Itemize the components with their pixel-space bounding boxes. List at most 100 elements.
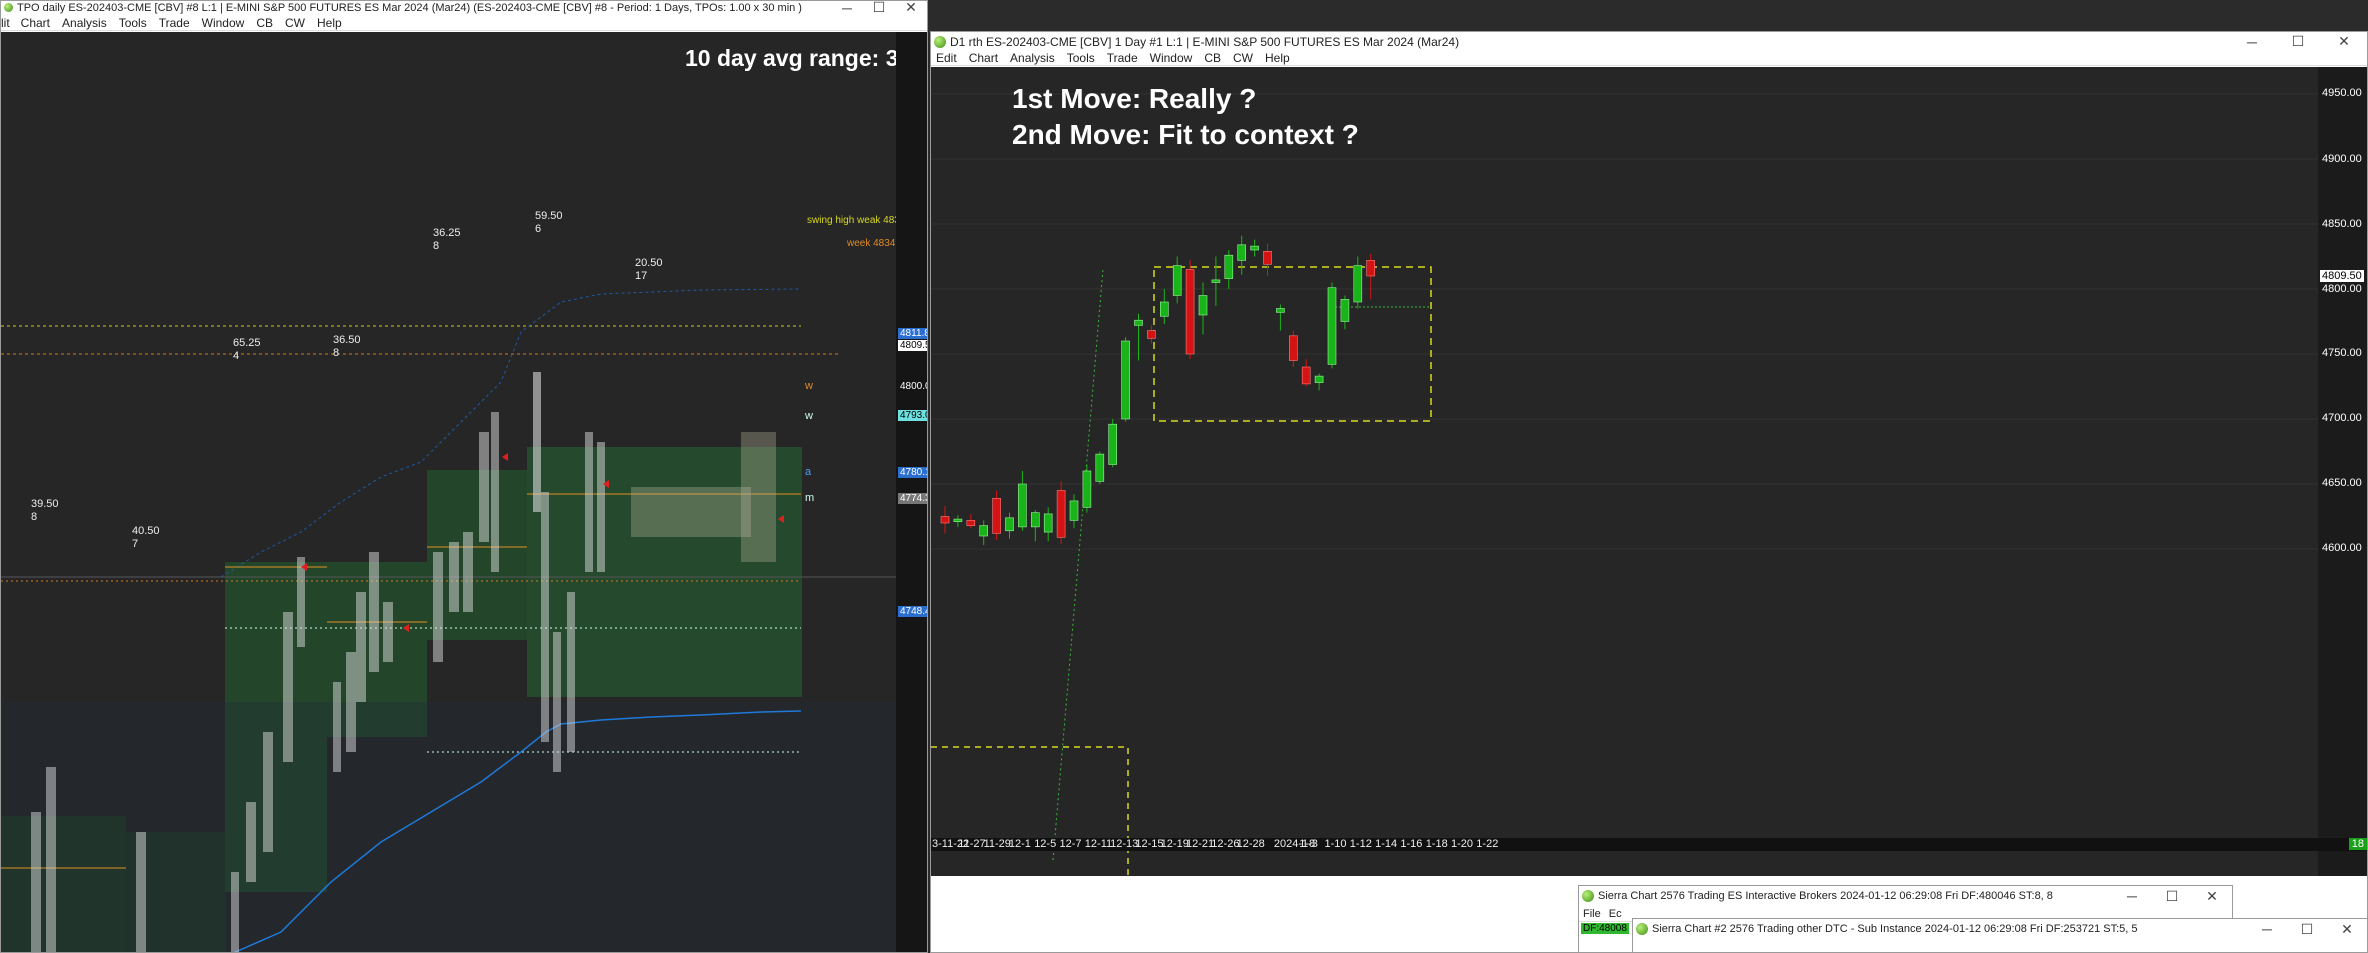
tpo-chart-area[interactable]: 10 day avg range: 39.03 swing high weak …	[1, 32, 896, 952]
m-line-label: m	[805, 492, 815, 504]
menu-file[interactable]: File	[1579, 908, 1607, 920]
date-tick: 1-8	[1299, 838, 1316, 850]
range-label-2: 40.50 7	[132, 525, 160, 551]
close-icon[interactable]: ✕	[2192, 886, 2232, 906]
menu-tools[interactable]: Tools	[1061, 51, 1101, 65]
menu-window[interactable]: Window	[1144, 51, 1199, 65]
candle-body	[1031, 512, 1040, 528]
menu-edit[interactable]: lit	[1, 16, 15, 30]
menu-analysis[interactable]: Analysis	[56, 16, 113, 30]
close-icon[interactable]: ✕	[2327, 919, 2367, 939]
price-label-4800: 4800.00	[900, 381, 927, 392]
minimize-icon[interactable]: ─	[831, 1, 863, 16]
range-label-6: 59.50 6	[535, 210, 563, 236]
daily-chart-area[interactable]: 1st Move: Really ? 2nd Move: Fit to cont…	[931, 67, 2318, 876]
date-tick: 12-28	[1236, 838, 1265, 850]
sierra-sub-title-bar[interactable]: Sierra Chart #2 2576 Trading other DTC -…	[1633, 919, 2367, 939]
maximize-icon[interactable]: ☐	[863, 1, 895, 15]
swing-high-weak-label: swing high weak 4839.75	[807, 215, 896, 226]
candle-body	[1018, 483, 1027, 528]
candle-body	[1185, 269, 1195, 355]
menu-cw[interactable]: CW	[279, 16, 311, 30]
candle-body	[953, 518, 963, 523]
candle-body	[1263, 251, 1272, 265]
candle-body	[1340, 299, 1350, 322]
menu-cb[interactable]: CB	[1198, 51, 1227, 65]
candle-body	[992, 497, 1001, 534]
sierra-sub-title: Sierra Chart #2 2576 Trading other DTC -…	[1652, 923, 2138, 935]
minimize-icon[interactable]: ─	[2247, 919, 2287, 939]
price-tick: 4950.00	[2322, 87, 2362, 99]
maximize-icon[interactable]: ☐	[2152, 886, 2192, 906]
range-value: 40.50	[132, 525, 160, 537]
date-tick: 12-13	[1110, 838, 1139, 850]
candle-body	[1056, 490, 1066, 538]
menu-trade[interactable]: Trade	[153, 16, 196, 30]
close-icon[interactable]: ✕	[895, 1, 927, 15]
candle-body	[1095, 453, 1105, 482]
range-count: 8	[433, 240, 440, 252]
price-tick: 4650.00	[2322, 477, 2362, 489]
candle-body	[966, 520, 976, 526]
menu-window[interactable]: Window	[196, 16, 251, 30]
current-price-label: 4809.50	[2320, 270, 2364, 282]
tpo-price-axis[interactable]: 4811.85 4809.50 4800.00 4793.04 4780.13 …	[896, 32, 927, 952]
date-tick: 12-1	[1008, 838, 1031, 850]
sierra-main-title: Sierra Chart 2576 Trading ES Interactive…	[1598, 890, 2053, 902]
menu-help[interactable]: Help	[311, 16, 348, 30]
range-value: 65.25	[233, 337, 261, 349]
daily-price-axis[interactable]: 4950.00 4900.00 4850.00 4809.50 4800.00 …	[2318, 67, 2367, 876]
candle-body	[1082, 470, 1092, 508]
candle-body	[1314, 375, 1324, 383]
tpo-menu-bar: lit Chart Analysis Tools Trade Window CB…	[1, 15, 927, 31]
candle-body	[1108, 423, 1117, 465]
price-tick: 4800.00	[2322, 283, 2362, 295]
menu-chart[interactable]: Chart	[15, 16, 56, 30]
range-label-3: 65.25 4	[233, 337, 261, 363]
candle-body	[1043, 513, 1053, 533]
candle-body	[1069, 500, 1079, 521]
date-tick: 12-11	[1084, 838, 1113, 850]
menu-analysis[interactable]: Analysis	[1004, 51, 1061, 65]
price-label-4748: 4748.40	[898, 606, 927, 617]
menu-cb[interactable]: CB	[250, 16, 279, 30]
menu-cw[interactable]: CW	[1227, 51, 1259, 65]
range-value: 36.25	[433, 227, 461, 239]
maximize-icon[interactable]: ☐	[2287, 919, 2327, 939]
menu-edit[interactable]: Edit	[931, 51, 963, 65]
range-count: 8	[333, 347, 340, 359]
sierra-logo-icon	[1582, 890, 1594, 902]
range-label-4: 36.50 8	[333, 334, 361, 360]
tpo-title-bar[interactable]: TPO daily ES-202403-CME [CBV] #8 L:1 | E…	[1, 1, 927, 16]
menu-trade[interactable]: Trade	[1101, 51, 1144, 65]
range-label-1: 39.50 8	[31, 498, 59, 524]
range-label-7: 20.50 17	[635, 257, 663, 283]
sierra-status-badge: DF:48008	[1581, 923, 1629, 934]
close-icon[interactable]: ✕	[2321, 32, 2367, 51]
maximize-icon[interactable]: ☐	[2275, 32, 2321, 51]
sierra-main-title-bar[interactable]: Sierra Chart 2576 Trading ES Interactive…	[1579, 886, 2232, 906]
range-count: 4	[233, 350, 240, 362]
menu-chart[interactable]: Chart	[963, 51, 1004, 65]
menu-help[interactable]: Help	[1259, 51, 1296, 65]
candle-body	[1005, 517, 1014, 532]
date-tick: 12-15	[1135, 838, 1164, 850]
daily-date-axis[interactable]: 3-11-22 11-27 11-29 12-1 12-5 12-7 12-11 12-13 1…	[931, 838, 2367, 851]
price-tick: 4700.00	[2322, 412, 2362, 424]
a-line-label: a	[805, 466, 812, 478]
daily-window-title: D1 rth ES-202403-CME [CBV] 1 Day #1 L:1 …	[950, 34, 1460, 49]
sierra-logo-icon	[934, 35, 946, 48]
candle-body	[979, 525, 989, 537]
menu-edit[interactable]: Ec	[1607, 908, 1624, 920]
daily-title-bar[interactable]: D1 rth ES-202403-CME [CBV] 1 Day #1 L:1 …	[931, 32, 2367, 51]
tpo-chart-window: TPO daily ES-202403-CME [CBV] #8 L:1 | E…	[0, 0, 928, 953]
minimize-icon[interactable]: ─	[2229, 32, 2275, 51]
date-tick: 1-12	[1349, 838, 1372, 850]
minimize-icon[interactable]: ─	[2112, 886, 2152, 906]
candle-body	[1172, 265, 1182, 296]
price-tick: 4600.00	[2322, 542, 2362, 554]
menu-tools[interactable]: Tools	[113, 16, 153, 30]
date-tick: 1-16	[1400, 838, 1423, 850]
candle-body	[1301, 366, 1311, 385]
second-move-label: 2nd Move: Fit to context ?	[1012, 119, 1359, 150]
